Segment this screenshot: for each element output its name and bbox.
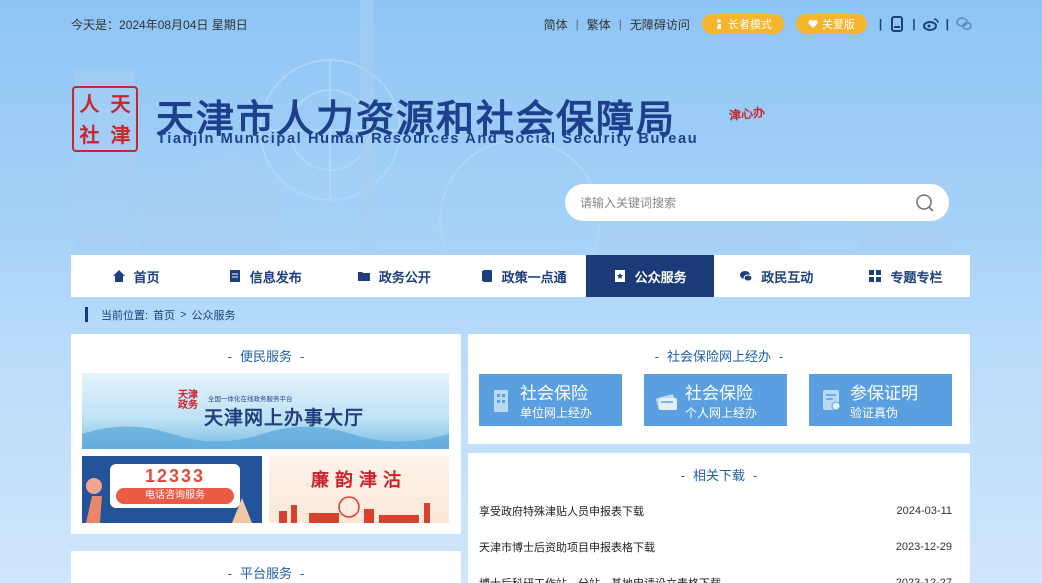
divider: | [618,17,622,31]
hotline-card: 12333 电话咨询服务 [110,464,240,508]
clean-governance-title: 廉韵津沽 [311,470,407,491]
hotline-label: 电话咨询服务 [116,488,234,504]
download-date: 2023-12-27 [895,577,952,583]
jinxinban-logo: 天津 政务 [178,390,198,411]
seal-char: 人 [79,91,100,116]
grid-icon [869,270,882,282]
nav-label: 公众服务 [634,269,687,285]
button-subtitle: 个人网上经办 [685,406,758,420]
search-input[interactable] [580,195,913,210]
divider: | [878,17,883,31]
panel-title: - 社会保险网上经办 - [654,349,784,364]
chat-icon [740,271,753,282]
top-bar: 今天是：2024年08月04日 星期日 简体 | 繁体 | 无障碍访问 长者模式… [71,14,972,34]
download-item[interactable]: 博士后科研工作站、分站、基地申请设立表格下载 2023-12-27 [479,565,952,583]
elder-mode-button[interactable]: 长者模式 [701,14,784,34]
convenience-services-panel: - 便民服务 - 天津 政务 全国一体化在线政务服务平台 天津网上办事大厅 12333… [71,334,461,534]
breadcrumb-bar [85,307,88,322]
nav-item-interaction[interactable]: 政民互动 [712,255,841,297]
hotline-12333-banner[interactable]: 12333 电话咨询服务 [82,456,262,523]
banner-title: 天津网上办事大厅 [204,408,365,429]
breadcrumb-home-link[interactable]: 首页 [153,307,175,323]
nav-item-policy[interactable]: 政策一点通 [459,255,588,297]
personal-social-insurance-button[interactable]: 社会保险 个人网上经办 [644,374,787,426]
related-downloads-panel: - 相关下载 - 享受政府特殊津贴人员申报表下载 2024-03-11 天津市博士后… [468,453,970,583]
download-list: 享受政府特殊津贴人员申报表下载 2024-03-11 天津市博士后资助项目申报表… [479,493,952,583]
button-title: 社会保险 [520,384,588,403]
download-date: 2023-12-29 [895,541,952,553]
nav-label: 政民互动 [761,269,814,285]
unit-social-insurance-button[interactable]: 社会保险 单位网上经办 [479,374,622,426]
download-item[interactable]: 天津市博士后资助项目申报表格下载 2023-12-29 [479,529,952,565]
panel-title: - 便民服务 - [227,349,305,364]
seal-char: 天 [110,91,131,116]
nav-item-home[interactable]: 首页 [71,255,200,297]
divider: | [912,17,916,31]
jinxinban-stamp-logo: 津心办 [728,105,766,146]
breadcrumb: 当前位置: 首页 > 公众服务 [85,307,236,322]
download-title: 博士后科研工作站、分站、基地申请设立表格下载 [479,575,721,583]
traditional-chinese-link[interactable]: 繁体 [587,16,611,33]
nav-label: 政务公开 [378,269,431,285]
accessibility-link[interactable]: 无障碍访问 [630,16,690,33]
nav-item-info-release[interactable]: 信息发布 [200,255,329,297]
document-icon [229,270,240,282]
breadcrumb-label: 当前位置: [101,309,149,322]
nav-label: 专题专栏 [890,269,943,285]
card-icon [656,394,677,410]
book-icon [481,270,492,282]
online-service-hall-banner[interactable]: 天津 政务 全国一体化在线政务服务平台 天津网上办事大厅 [82,373,449,449]
city-skyline-decoration [279,496,430,523]
nav-label: 政策一点通 [501,269,567,285]
weibo-icon[interactable] [922,16,939,32]
bureau-seal-logo[interactable]: 人 天 社 津 [72,86,138,152]
button-subtitle: 验证真伪 [850,406,899,420]
nav-item-gov-affairs[interactable]: 政务公开 [329,255,458,297]
divider: | [575,17,579,31]
breadcrumb-separator: > [180,308,187,321]
main-nav: 首页 信息发布 政务公开 政策一点通 公众服务 政民互动 专题专栏 [71,255,970,297]
care-version-label: 关爱版 [821,19,855,31]
social-security-online-panel: - 社会保险网上经办 - 社会保险 单位网上经办 社会保险 个人网上经办 参保证明 … [468,334,970,444]
seal-char: 津 [110,122,131,147]
button-subtitle: 单位网上经办 [520,406,593,420]
heart-hand-icon [808,20,818,28]
simplified-chinese-link[interactable]: 简体 [544,16,568,33]
home-icon [112,270,125,282]
button-title: 社会保险 [685,384,753,403]
download-date: 2024-03-11 [896,505,952,517]
top-links: 简体 | 繁体 | 无障碍访问 长者模式 关爱版 | | | [544,14,972,34]
platform-services-panel: - 平台服务 - [71,551,461,583]
search-icon[interactable] [913,191,937,215]
nav-label: 首页 [133,269,160,285]
panel-title: - 平台服务 - [227,566,305,581]
wechat-icon[interactable] [956,16,972,32]
seal-char: 社 [79,122,100,147]
search-box [565,184,949,221]
site-title-english: Tianjin Municipal Human Resources And So… [157,131,699,147]
nav-label: 信息发布 [249,269,302,285]
insurance-certificate-button[interactable]: 参保证明 验证真伪 [809,374,952,426]
certificate-icon [823,390,841,411]
current-date: 今天是：2024年08月04日 星期日 [71,17,248,32]
download-title: 天津市博士后资助项目申报表格下载 [479,542,655,554]
breadcrumb-current[interactable]: 公众服务 [192,307,236,323]
button-title: 参保证明 [850,384,918,403]
download-title: 享受政府特殊津贴人员申报表下载 [479,506,644,518]
elder-icon [716,19,721,29]
download-item[interactable]: 享受政府特殊津贴人员申报表下载 2024-03-11 [479,493,952,529]
nav-item-special-column[interactable]: 专题专栏 [841,255,970,297]
hotline-number: 12333 [144,466,206,486]
mobile-app-icon[interactable] [889,16,905,32]
divider: | [945,17,949,31]
service-icon [614,270,625,282]
elder-mode-label: 长者模式 [727,19,772,31]
building-icon [494,390,508,412]
care-version-button[interactable]: 关爱版 [795,14,867,34]
panel-title: - 相关下载 - [680,468,758,483]
clean-governance-banner[interactable]: 廉韵津沽 [269,456,449,523]
folder-icon [357,272,370,281]
nav-item-public-service[interactable]: 公众服务 [585,255,714,297]
stamp-mark: 津心办 [728,105,766,123]
